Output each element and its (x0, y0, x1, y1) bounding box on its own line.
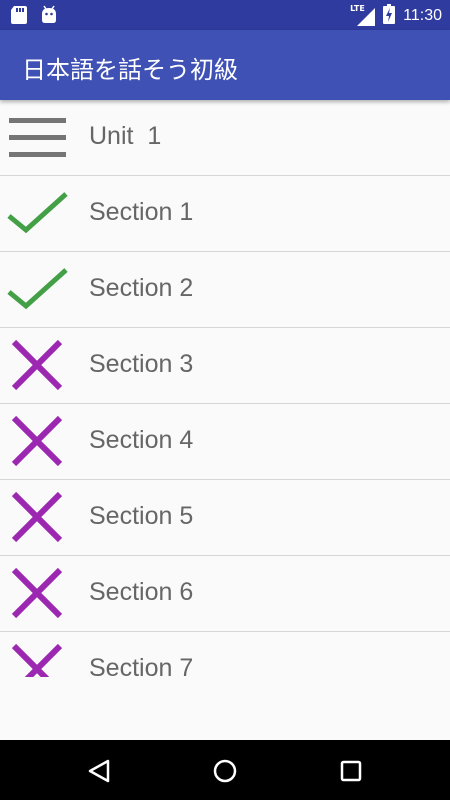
recents-icon[interactable] (338, 758, 364, 784)
list-item[interactable]: Section 1 (0, 176, 450, 252)
cross-icon (6, 338, 68, 393)
unit-header[interactable]: Unit 1 (0, 100, 450, 176)
cross-icon (6, 414, 68, 469)
section-label: Section 1 (89, 198, 194, 226)
list-item[interactable]: Section 4 (0, 404, 450, 480)
list-item[interactable]: Section 2 (0, 252, 450, 328)
section-label: Section 7 (89, 654, 194, 677)
clock: 11:30 (403, 7, 442, 24)
section-label: Section 4 (89, 426, 194, 454)
section-label: Section 5 (89, 502, 194, 530)
section-label: Section 3 (89, 350, 194, 378)
check-icon (6, 186, 68, 241)
battery-charging-icon (383, 4, 396, 28)
cross-icon (6, 642, 68, 677)
list-item[interactable]: Section 5 (0, 480, 450, 556)
list-item[interactable]: Section 3 (0, 328, 450, 404)
navigation-bar (0, 740, 450, 800)
section-label: Section 2 (89, 274, 194, 302)
status-bar: LTE 11:30 (0, 0, 450, 30)
menu-icon (6, 110, 68, 165)
check-icon (6, 262, 68, 317)
app-title: 日本語を話そう初級 (22, 56, 238, 84)
home-icon[interactable] (212, 758, 238, 784)
network-type-label: LTE (350, 4, 365, 13)
list-item[interactable]: Section 6 (0, 556, 450, 632)
section-list: Unit 1 Section 1 Section 2 Section 3 Sec… (0, 100, 450, 677)
unit-title: Unit 1 (89, 122, 162, 150)
back-icon[interactable] (86, 758, 112, 784)
android-icon (40, 5, 58, 29)
section-label: Section 6 (89, 578, 194, 606)
list-item[interactable]: Section 7 (0, 632, 450, 677)
cross-icon (6, 490, 68, 545)
sd-card-icon (10, 5, 28, 29)
cross-icon (6, 566, 68, 621)
signal-icon: LTE (350, 4, 376, 26)
app-bar: 日本語を話そう初級 (0, 30, 450, 100)
